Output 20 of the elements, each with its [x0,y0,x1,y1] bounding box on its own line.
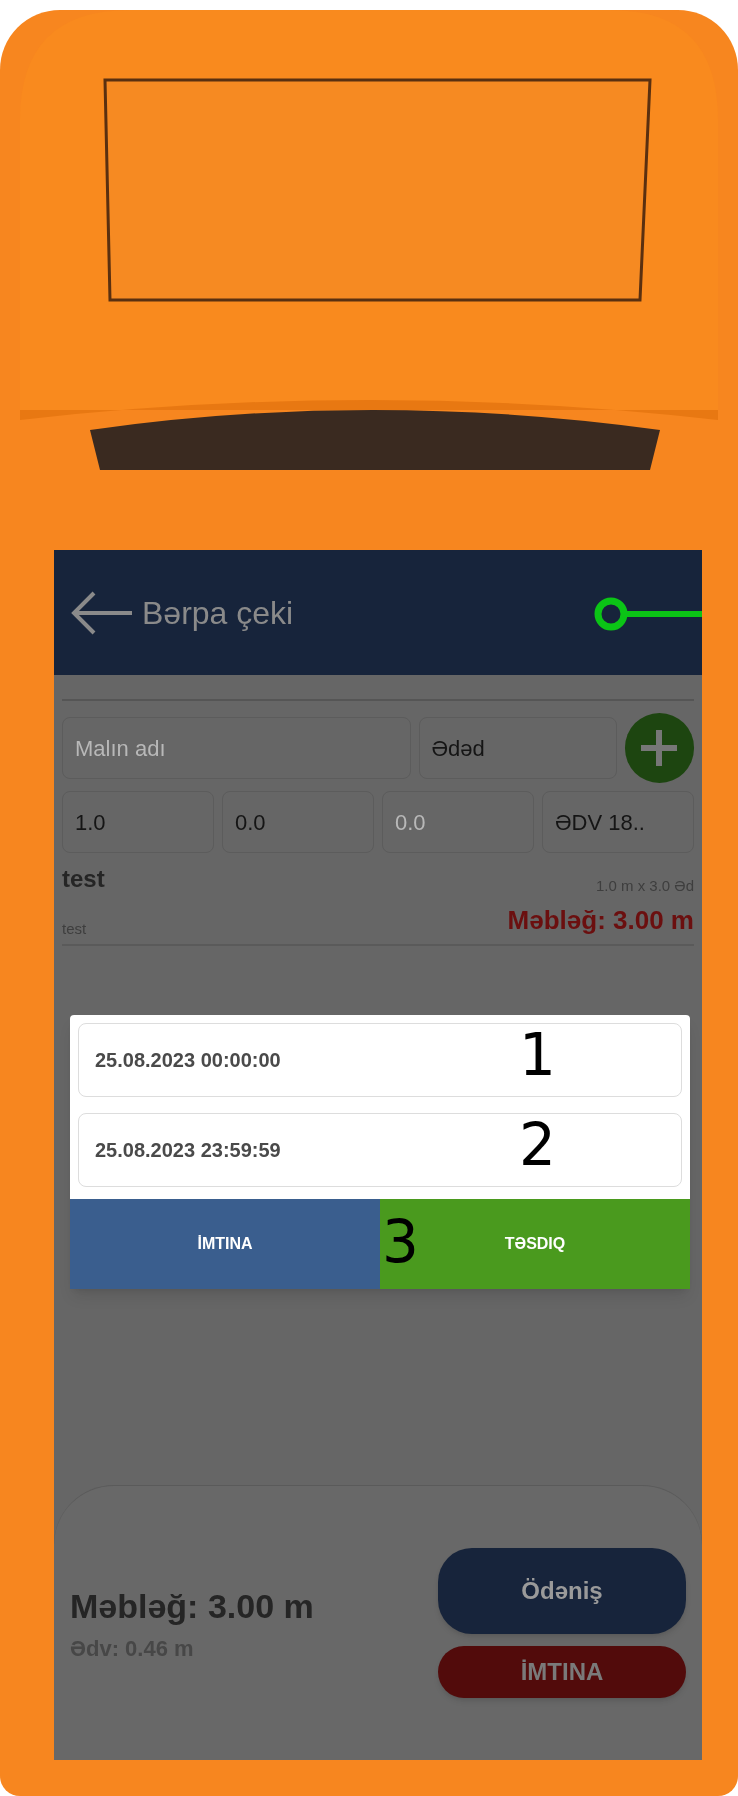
back-arrow-icon[interactable] [70,589,134,636]
item-name: test [62,864,105,894]
date-field[interactable]: 25.08.2023 00:00:00 1 [78,1023,682,1097]
plus-icon [639,728,680,768]
date-field[interactable]: 25.08.2023 23:59:59 2 [78,1113,682,1187]
total-amount: Məbləğ: 3.00 m [70,1586,314,1627]
input-field[interactable]: ƏDV 18.. [542,791,694,853]
cancel-button[interactable]: İMTINA [70,1199,380,1289]
input-field[interactable]: 0.0 [222,791,374,853]
annotation-number: 2 [519,1116,556,1174]
input-field[interactable]: 1.0 [62,791,214,853]
cancel-button[interactable]: İMTINA [438,1646,686,1698]
screen-title: Bərpa çeki [142,593,294,633]
item-amount: Məbləğ: 3.00 m [507,904,694,937]
annotation-number: 3 [382,1213,419,1271]
annotation-number: 1 [519,1026,556,1084]
input-field[interactable]: Malın adı [62,717,411,779]
input-field[interactable]: 0.0 [382,791,534,853]
input-field[interactable]: Ədəd [418,717,617,779]
payment-button[interactable]: Ödəniş [438,1548,686,1634]
